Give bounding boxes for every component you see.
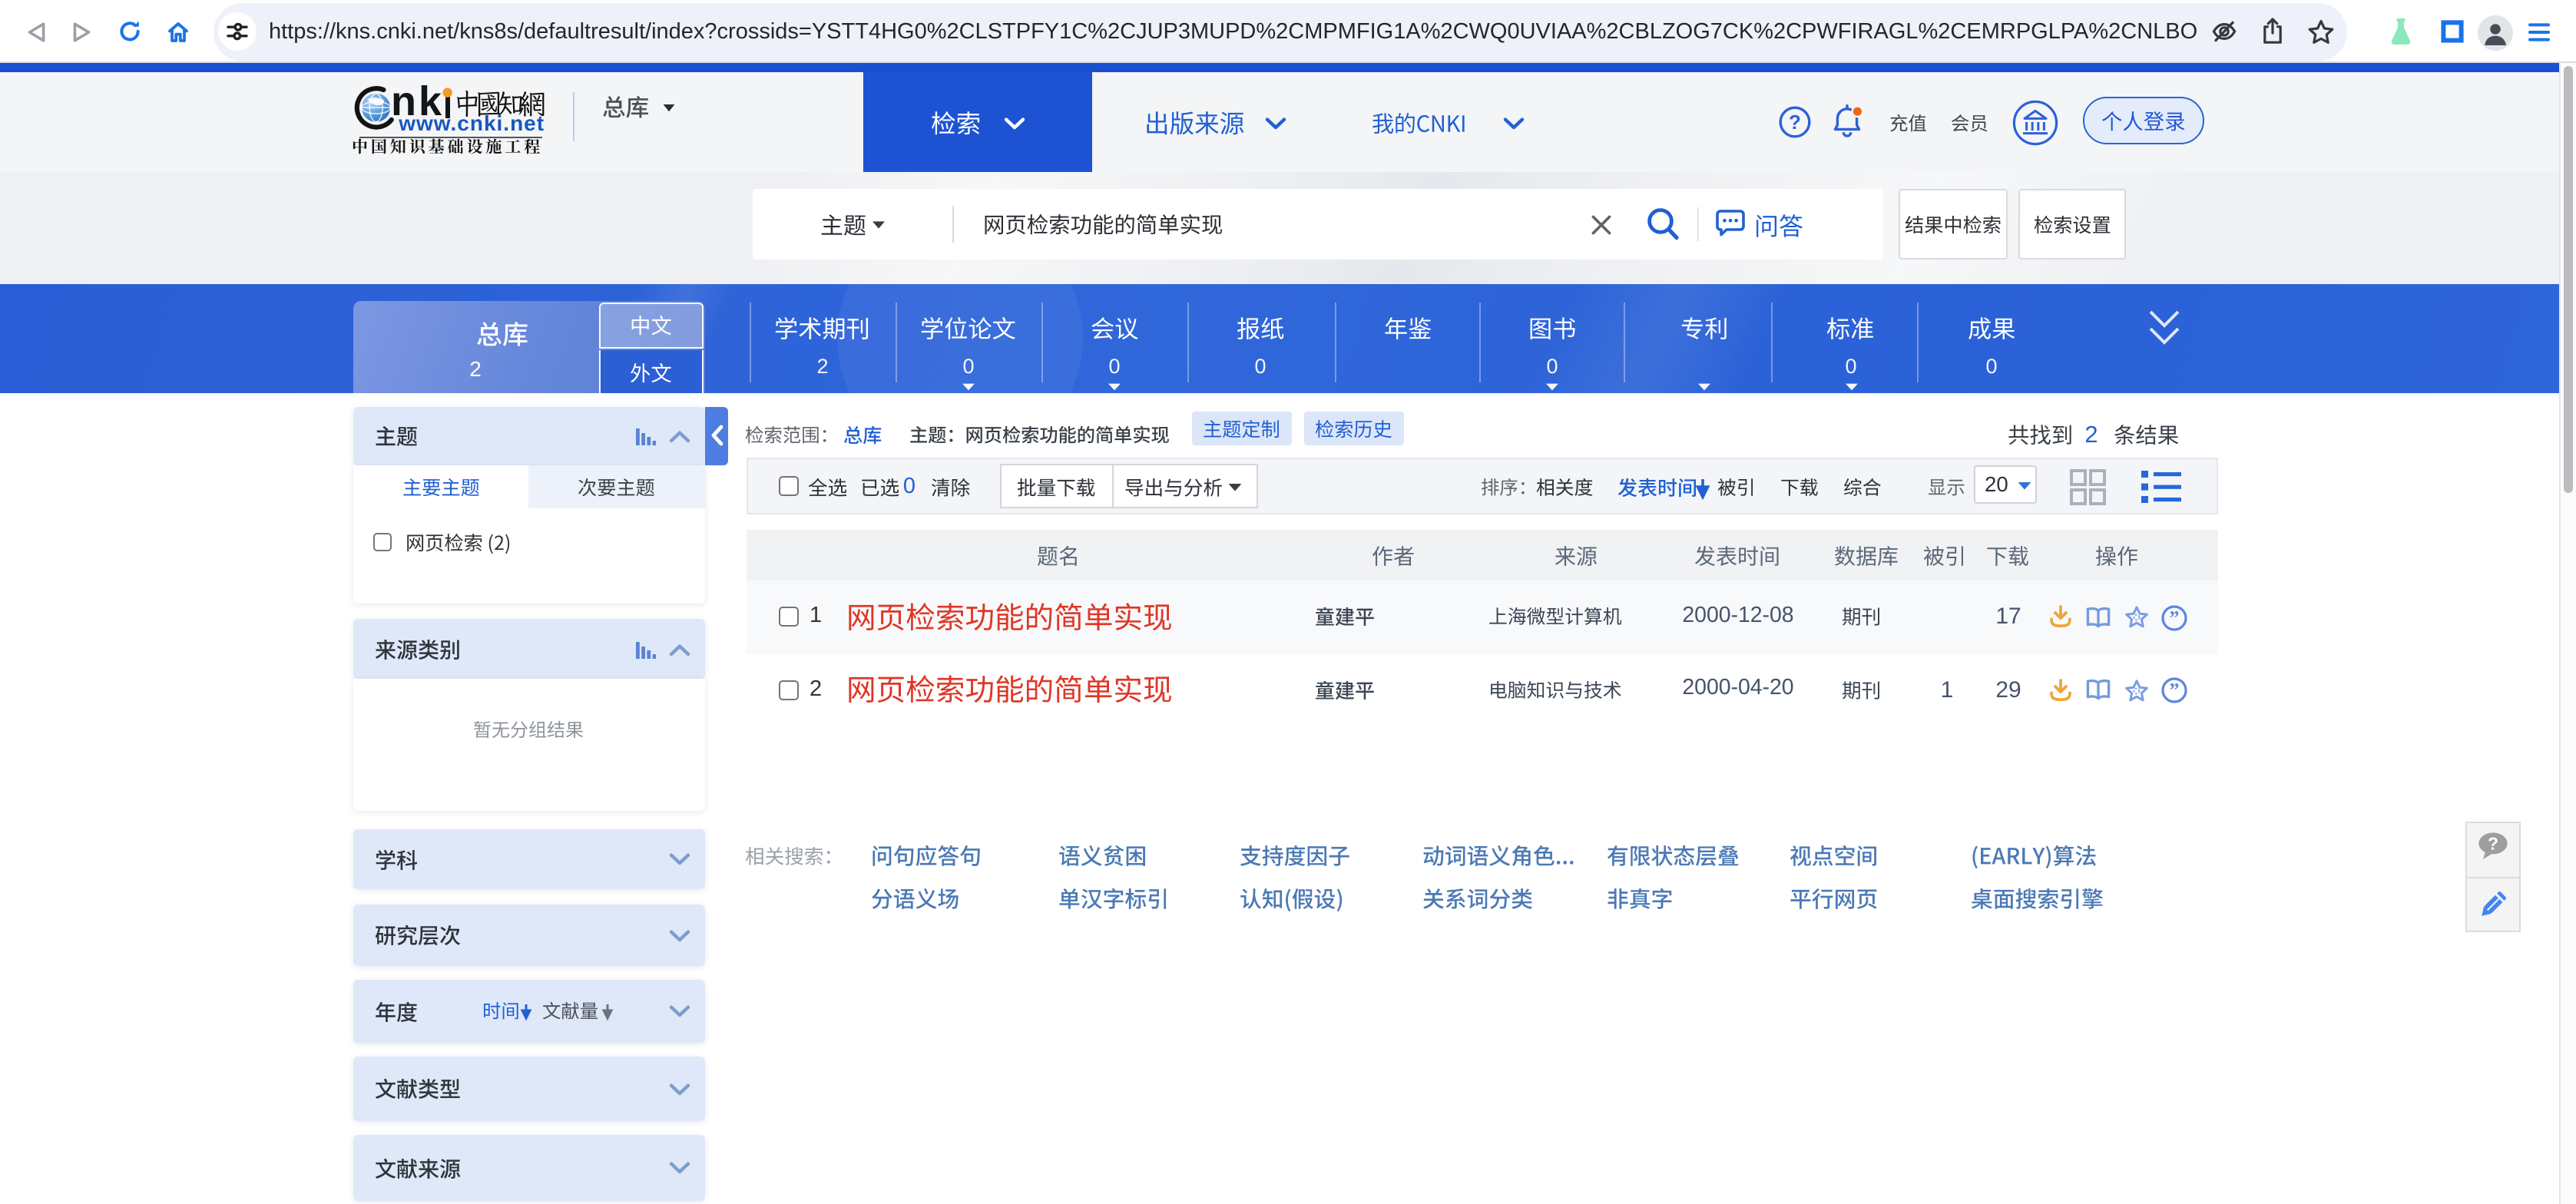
svg-text:?: ? bbox=[1789, 111, 1801, 134]
svg-text:”: ” bbox=[2170, 680, 2180, 702]
svg-text:”: ” bbox=[2170, 607, 2180, 629]
svg-text:?: ? bbox=[2488, 834, 2498, 854]
